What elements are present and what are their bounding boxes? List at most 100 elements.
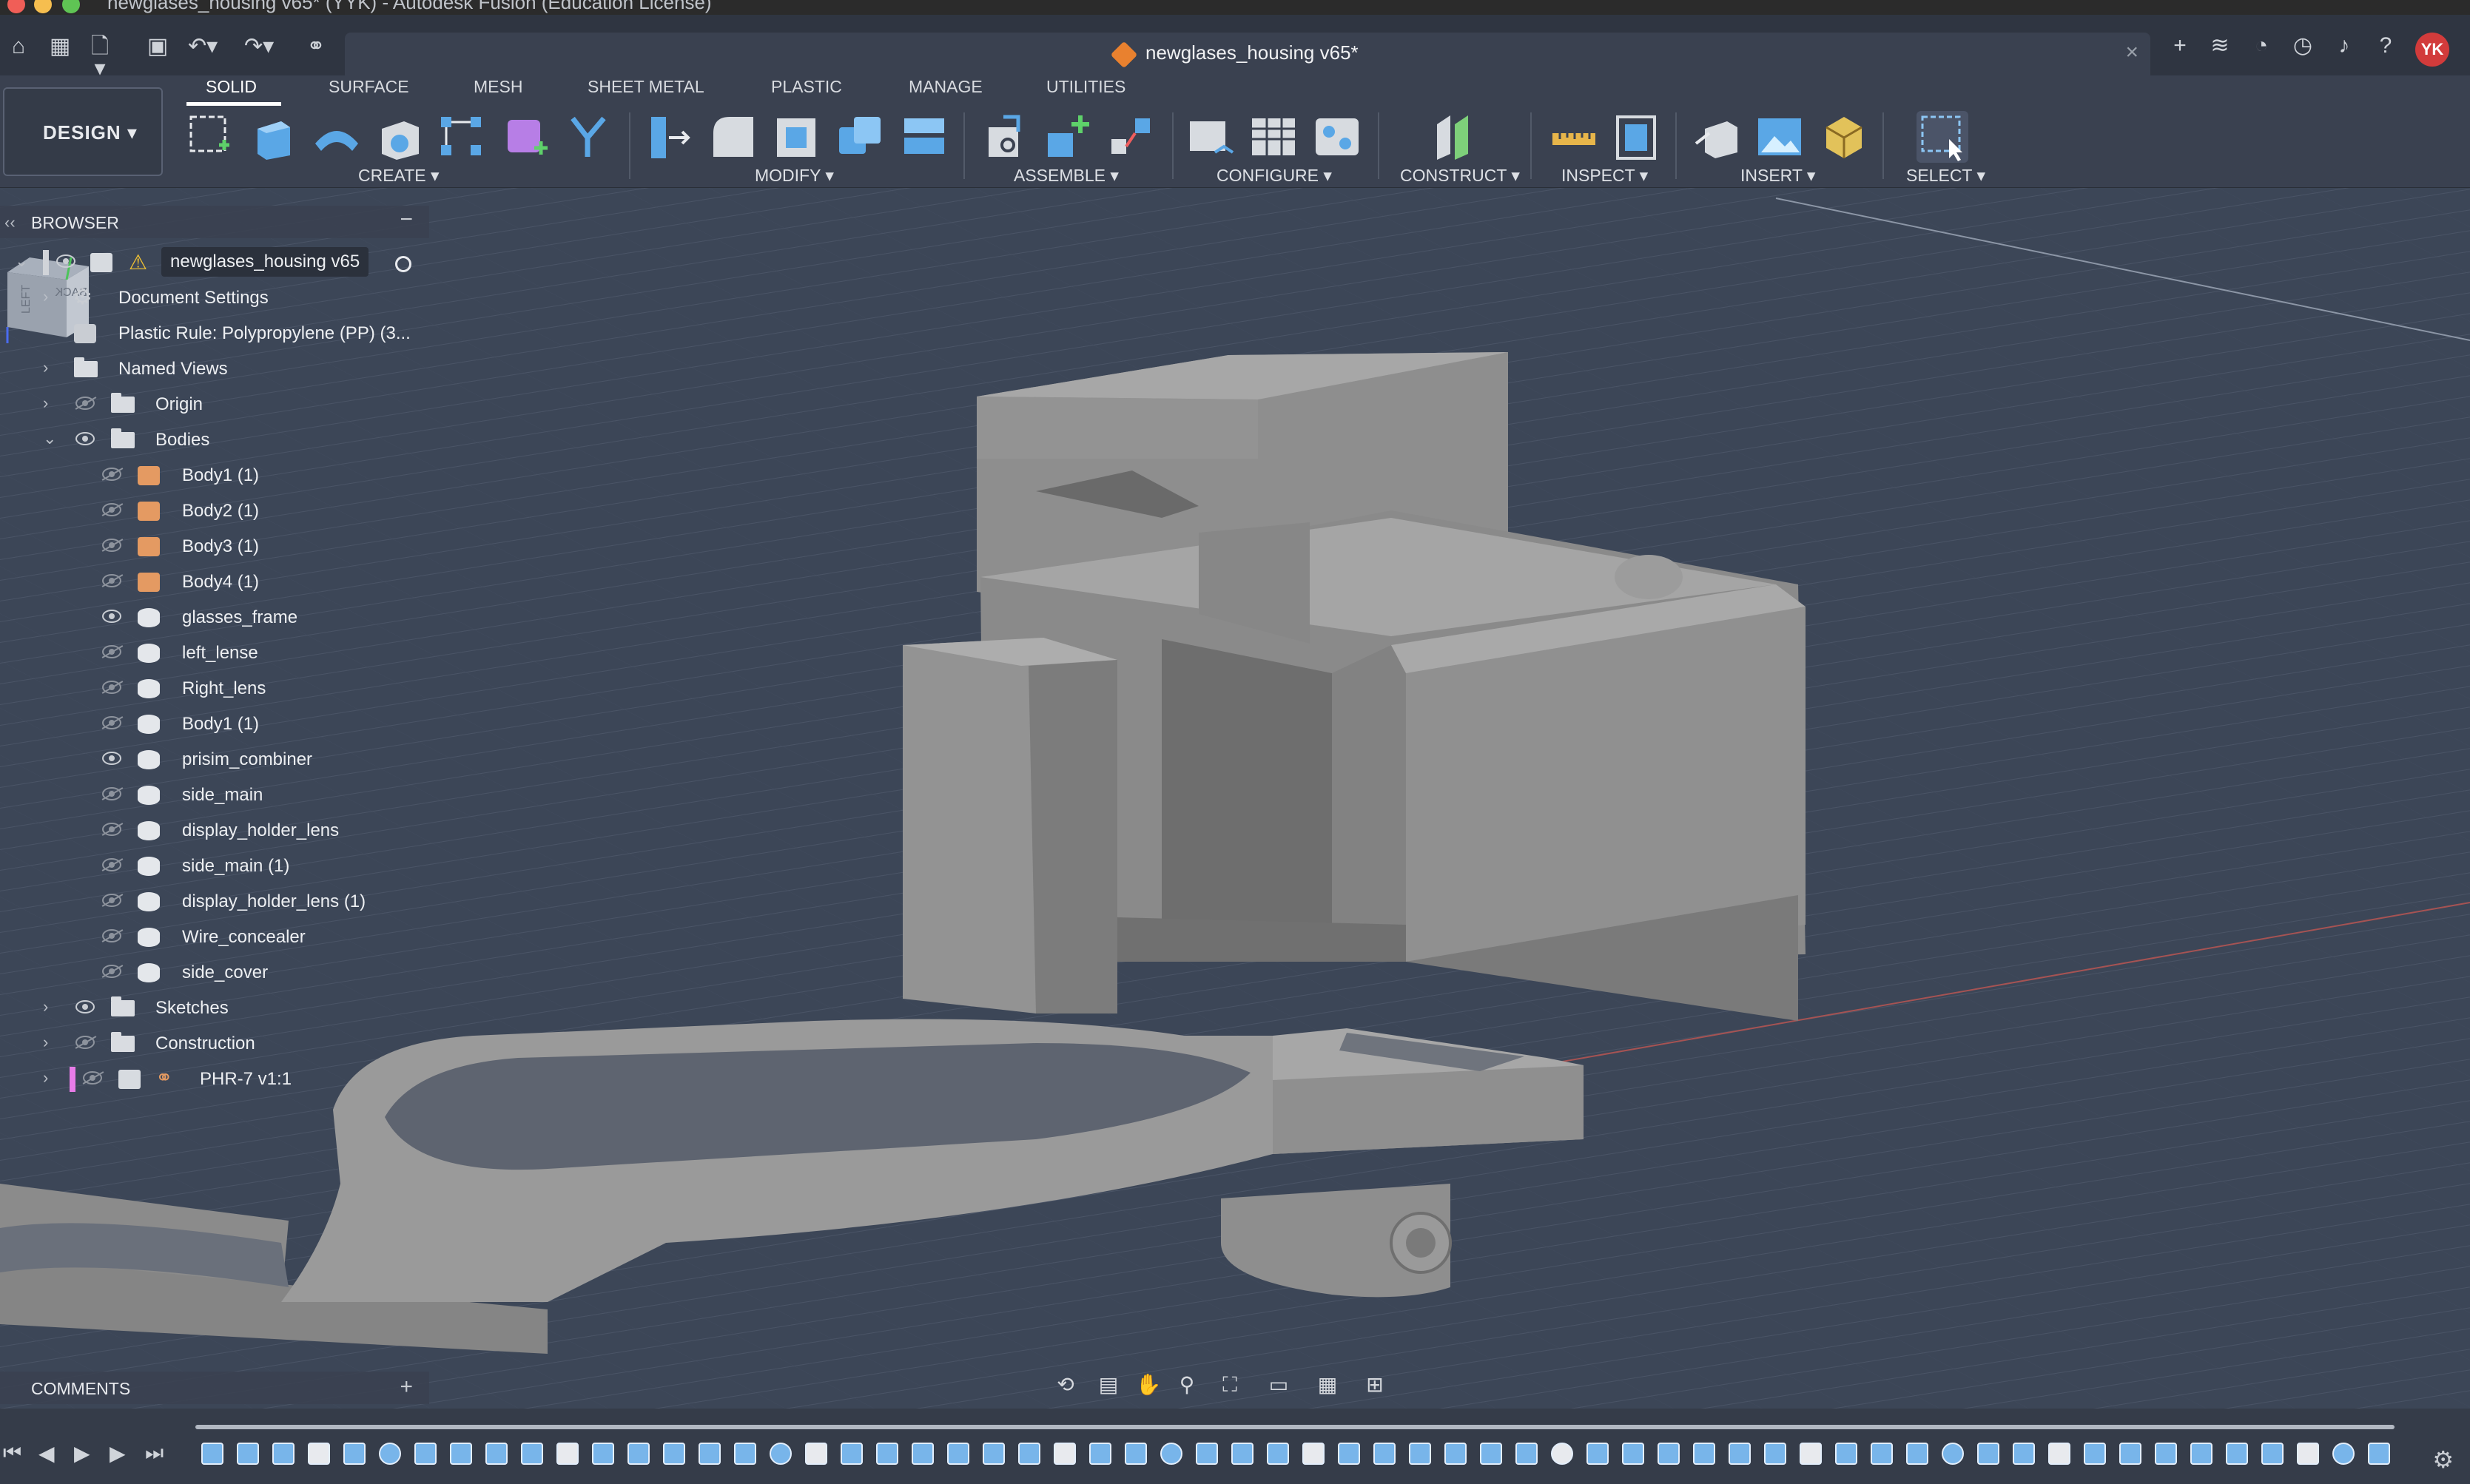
configuration-rules-icon[interactable] — [1311, 111, 1363, 163]
document-tab[interactable]: newglases_housing v65* × — [345, 33, 2150, 75]
timeline-feature-icon[interactable] — [627, 1443, 650, 1465]
browser-body-row[interactable]: Body3 (1) — [0, 530, 429, 562]
zoom-icon[interactable]: ⚲ — [1174, 1372, 1200, 1398]
tab-sheet-metal[interactable]: SHEET METAL — [588, 77, 704, 97]
revolve-icon[interactable] — [311, 111, 363, 163]
timeline-feature-icon[interactable] — [1338, 1443, 1360, 1465]
grid-snaps-icon[interactable]: ▦ — [1314, 1372, 1341, 1398]
link-icon[interactable]: ⚭ — [303, 36, 329, 58]
timeline-feature-icon[interactable] — [1373, 1443, 1396, 1465]
timeline-feature-icon[interactable] — [770, 1443, 792, 1465]
timeline-feature-icon[interactable] — [1480, 1443, 1502, 1465]
timeline-feature-icon[interactable] — [1231, 1443, 1253, 1465]
timeline-feature-icon[interactable] — [485, 1443, 508, 1465]
combine-icon[interactable] — [835, 111, 886, 163]
timeline-feature-icon[interactable] — [1871, 1443, 1893, 1465]
pan-hand-icon[interactable]: ✋ — [1135, 1372, 1162, 1398]
section-analysis-icon[interactable] — [1610, 111, 1662, 163]
browser-body-row[interactable]: Body4 (1) — [0, 565, 429, 598]
timeline-feature-icon[interactable] — [2155, 1443, 2177, 1465]
timeline-feature-icon[interactable] — [1409, 1443, 1431, 1465]
timeline-settings-gear-icon[interactable]: ⚙ — [2432, 1446, 2454, 1474]
visibility-hidden-icon[interactable] — [102, 716, 121, 729]
offset-plane-icon[interactable] — [1428, 111, 1480, 163]
new-tab-plus-icon[interactable]: + — [2167, 33, 2193, 59]
visibility-hidden-icon[interactable] — [83, 1071, 102, 1085]
insert-menu[interactable]: INSERT ▾ — [1740, 166, 1815, 186]
browser-origin[interactable]: › Origin — [0, 388, 429, 420]
timeline-feature-icon[interactable] — [1977, 1443, 1999, 1465]
insert-derive-icon[interactable] — [1692, 111, 1743, 163]
viewports-icon[interactable]: ⊞ — [1362, 1372, 1388, 1398]
shell-icon[interactable] — [771, 111, 823, 163]
redo-icon[interactable]: ↷▾ — [244, 36, 274, 58]
activate-radio-icon[interactable] — [395, 256, 411, 272]
visibility-eye-icon[interactable] — [75, 1000, 95, 1013]
inspect-menu[interactable]: INSPECT ▾ — [1561, 166, 1648, 186]
visibility-hidden-icon[interactable] — [102, 645, 121, 658]
browser-named-views[interactable]: › Named Views — [0, 352, 429, 385]
visibility-hidden-icon[interactable] — [75, 1036, 95, 1049]
online-status-icon[interactable]: ◔ — [2248, 33, 2275, 59]
timeline-feature-icon[interactable] — [379, 1443, 401, 1465]
chevron-right-icon[interactable]: › — [43, 287, 48, 306]
as-built-joint-icon[interactable] — [1106, 111, 1157, 163]
select-menu[interactable]: SELECT ▾ — [1906, 166, 1985, 186]
collapse-panel-icon[interactable]: ‹‹ — [4, 213, 16, 232]
visibility-hidden-icon[interactable] — [102, 965, 121, 978]
timeline-feature-icon[interactable] — [1693, 1443, 1715, 1465]
chevron-right-icon[interactable]: › — [43, 997, 48, 1016]
browser-body-row[interactable]: Body2 (1) — [0, 494, 429, 527]
browser-body-row[interactable]: Body1 (1) — [0, 707, 429, 740]
orbit-icon[interactable]: ⟲ — [1052, 1372, 1079, 1398]
notifications-bell-icon[interactable]: ♪ — [2331, 33, 2358, 59]
tab-solid[interactable]: SOLID — [206, 77, 257, 97]
window-select-icon[interactable] — [1917, 111, 1968, 163]
tab-mesh[interactable]: MESH — [474, 77, 522, 97]
browser-construction-folder[interactable]: › Construction — [0, 1027, 429, 1059]
browser-root-row[interactable]: ⌄ ⚠ newglases_housing v65 — [0, 246, 429, 278]
chevron-down-icon[interactable]: ⌄ — [43, 429, 56, 448]
browser-plastic-rule[interactable]: Plastic Rule: Polypropylene (PP) (3... — [0, 317, 429, 349]
add-comment-plus-icon[interactable]: + — [400, 1375, 413, 1400]
save-icon[interactable]: ▣ — [145, 36, 170, 58]
timeline-feature-icon[interactable] — [2297, 1443, 2319, 1465]
timeline-feature-icon[interactable] — [1444, 1443, 1467, 1465]
timeline-feature-icon[interactable] — [237, 1443, 259, 1465]
browser-body-row[interactable]: side_cover — [0, 956, 429, 988]
timeline-feature-icon[interactable] — [2013, 1443, 2035, 1465]
browser-sketches-folder[interactable]: › Sketches — [0, 991, 429, 1024]
timeline-feature-icon[interactable] — [2119, 1443, 2141, 1465]
go-to-start-icon[interactable]: ⏮ — [3, 1441, 21, 1466]
timeline-feature-icon[interactable] — [1906, 1443, 1928, 1465]
step-back-icon[interactable]: ◀ — [38, 1441, 55, 1466]
new-component-icon[interactable] — [981, 111, 1033, 163]
home-icon[interactable]: ⌂ — [6, 36, 31, 58]
close-window-button[interactable] — [7, 0, 25, 13]
browser-body-row[interactable]: display_holder_lens (1) — [0, 885, 429, 917]
visibility-hidden-icon[interactable] — [102, 823, 121, 836]
timeline-feature-icon[interactable] — [663, 1443, 685, 1465]
timeline-feature-icon[interactable] — [201, 1443, 223, 1465]
visibility-hidden-icon[interactable] — [102, 681, 121, 694]
timeline-feature-icon[interactable] — [2226, 1443, 2248, 1465]
timeline-feature-icon[interactable] — [983, 1443, 1005, 1465]
timeline-feature-icon[interactable] — [1658, 1443, 1680, 1465]
split-body-icon[interactable] — [898, 111, 950, 163]
timeline-feature-icon[interactable] — [1018, 1443, 1040, 1465]
browser-body-row[interactable]: side_main — [0, 778, 429, 811]
joint-icon[interactable] — [1043, 111, 1095, 163]
box-icon[interactable] — [374, 111, 426, 163]
visibility-hidden-icon[interactable] — [102, 468, 121, 481]
browser-body-row[interactable]: glasses_frame — [0, 601, 429, 633]
timeline-feature-icon[interactable] — [841, 1443, 863, 1465]
timeline-feature-icon[interactable] — [2190, 1443, 2212, 1465]
timeline-feature-icon[interactable] — [2084, 1443, 2106, 1465]
timeline-feature-icon[interactable] — [1551, 1443, 1573, 1465]
browser-body-row[interactable]: left_lense — [0, 636, 429, 669]
timeline-feature-icon[interactable] — [2332, 1443, 2355, 1465]
timeline-feature-icon[interactable] — [1267, 1443, 1289, 1465]
comments-panel-header[interactable]: COMMENTS + — [0, 1372, 429, 1404]
visibility-hidden-icon[interactable] — [102, 894, 121, 907]
extrude-icon[interactable] — [247, 111, 299, 163]
